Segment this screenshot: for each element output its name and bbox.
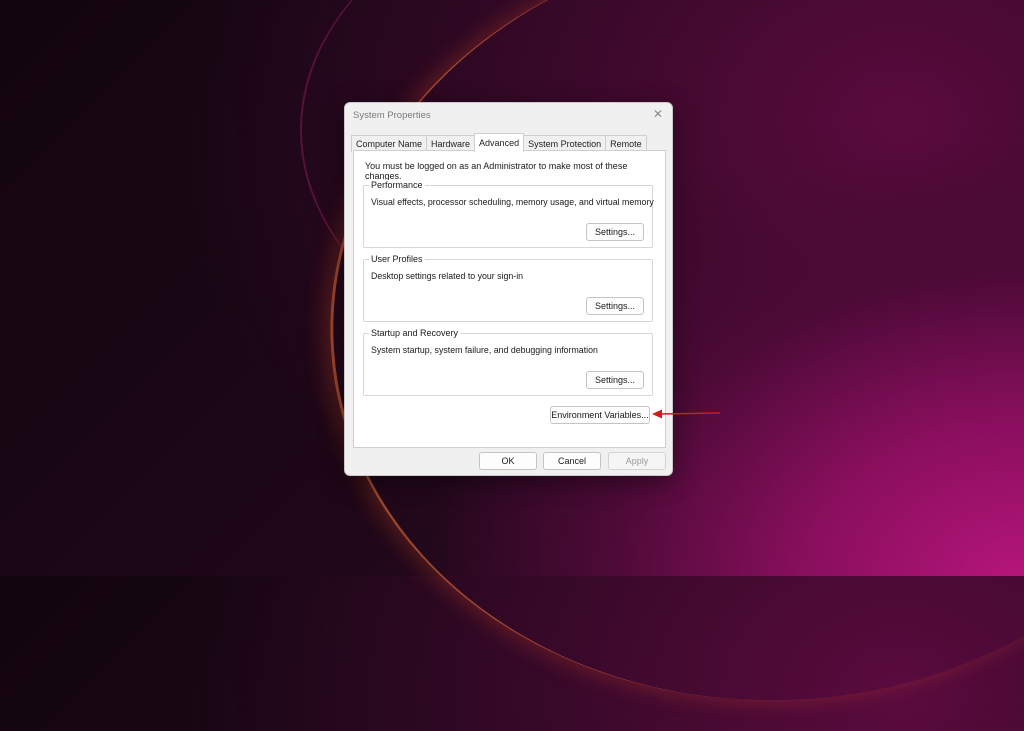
system-properties-dialog: System Properties ✕ Computer Name Hardwa… <box>344 102 673 476</box>
tab-advanced[interactable]: Advanced <box>474 133 525 152</box>
close-icon[interactable]: ✕ <box>650 106 666 122</box>
advanced-tab-panel: You must be logged on as an Administrato… <box>353 150 666 448</box>
startup-recovery-group: Startup and Recovery System startup, sys… <box>363 328 653 396</box>
ok-button[interactable]: OK <box>479 452 537 470</box>
startup-recovery-label: Startup and Recovery <box>369 328 461 338</box>
title-bar[interactable]: System Properties ✕ <box>345 103 672 127</box>
user-profiles-description: Desktop settings related to your sign-in <box>371 271 524 281</box>
startup-recovery-settings-button[interactable]: Settings... <box>586 371 644 389</box>
dialog-title: System Properties <box>353 110 431 121</box>
user-profiles-label: User Profiles <box>369 254 425 264</box>
admin-notice: You must be logged on as an Administrato… <box>365 161 628 181</box>
performance-settings-button[interactable]: Settings... <box>586 223 644 241</box>
performance-description: Visual effects, processor scheduling, me… <box>371 197 654 207</box>
cancel-button[interactable]: Cancel <box>543 452 601 470</box>
tab-strip: Computer Name Hardware Advanced System P… <box>351 133 647 152</box>
startup-recovery-description: System startup, system failure, and debu… <box>371 345 598 355</box>
red-arrow-icon <box>652 409 721 419</box>
apply-button: Apply <box>608 452 666 470</box>
user-profiles-settings-button[interactable]: Settings... <box>586 297 644 315</box>
performance-group: Performance Visual effects, processor sc… <box>363 180 654 248</box>
performance-label: Performance <box>369 180 425 190</box>
environment-variables-button[interactable]: Environment Variables... <box>550 406 650 424</box>
user-profiles-group: User Profiles Desktop settings related t… <box>363 254 653 322</box>
